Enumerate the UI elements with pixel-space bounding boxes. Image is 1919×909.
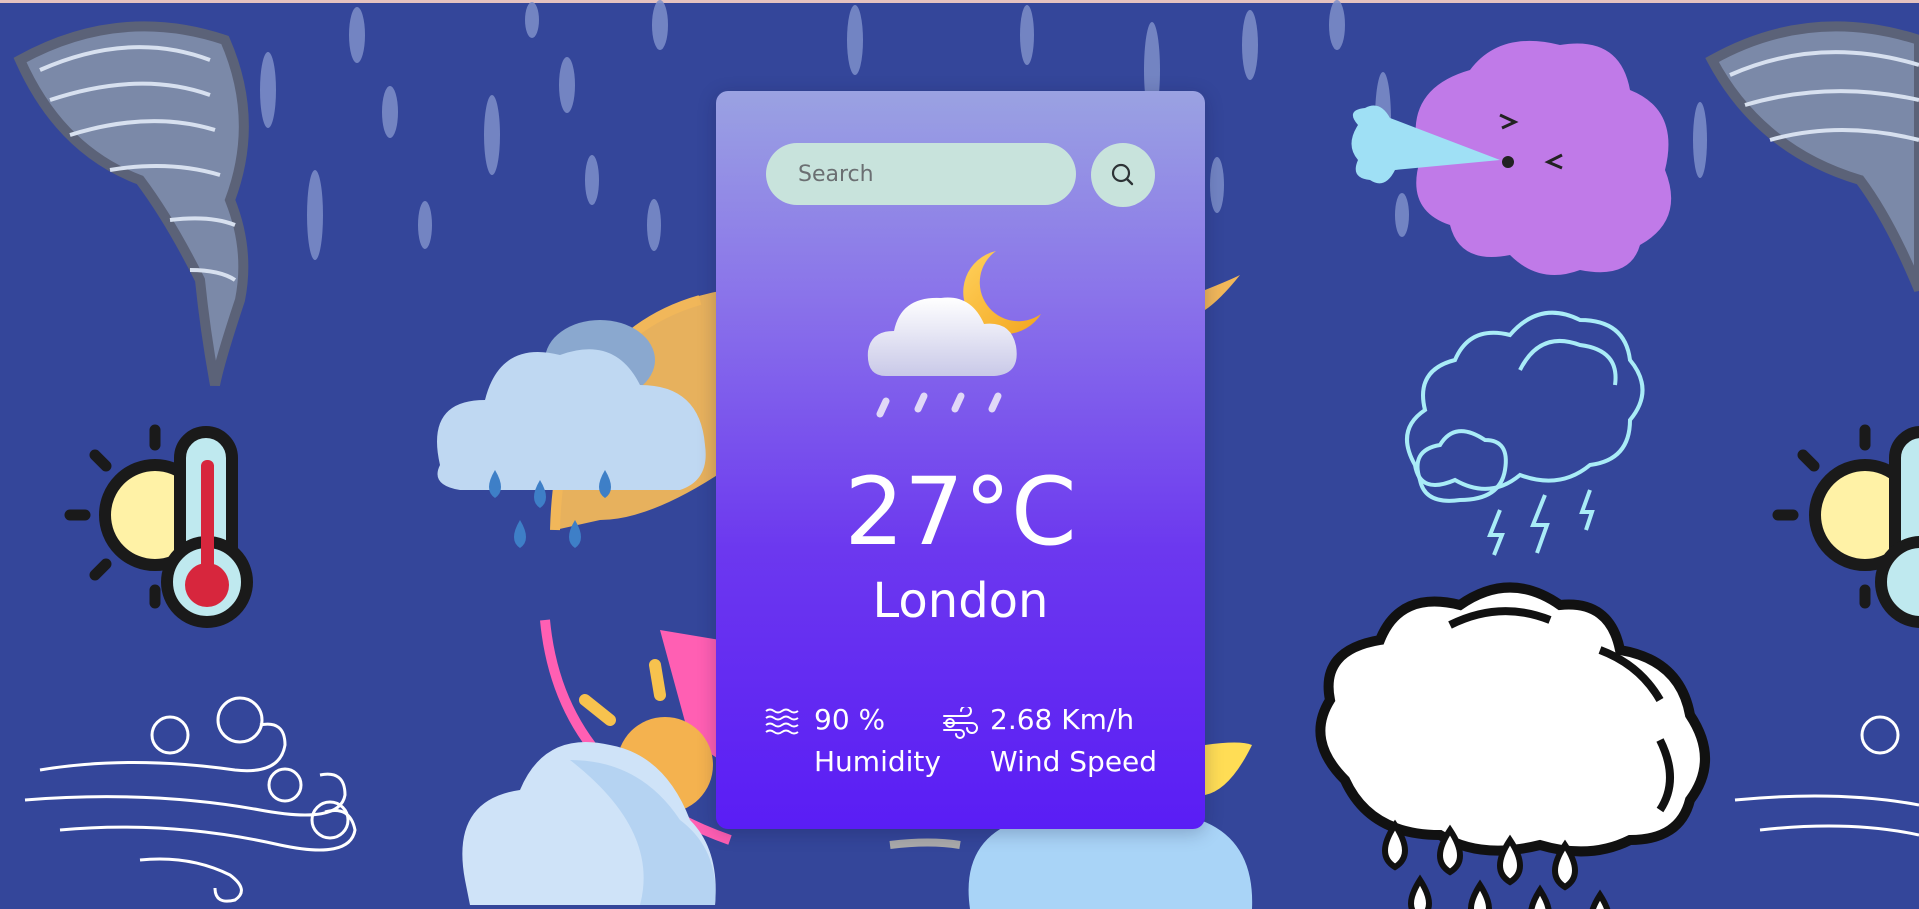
thunderstorm-cloud-icon bbox=[1405, 310, 1645, 556]
search-input[interactable] bbox=[766, 143, 1076, 205]
city-name: London bbox=[872, 573, 1049, 629]
wind-swirl-icon bbox=[1734, 715, 1919, 837]
blowing-cloud-icon bbox=[1351, 40, 1672, 275]
wind-speed-value: 2.68 Km/h bbox=[990, 703, 1135, 736]
humidity-stat: 90 % Humidity bbox=[765, 699, 941, 783]
sun-cloud-icon bbox=[462, 659, 716, 905]
wind-stat: 2.68 Km/h Wind Speed bbox=[943, 699, 1158, 783]
humidity-value: 90 % bbox=[814, 703, 886, 736]
wind-icon bbox=[943, 707, 978, 739]
search-button[interactable] bbox=[1091, 143, 1155, 207]
storm-cloud-icon bbox=[1315, 582, 1710, 909]
search-icon bbox=[1111, 163, 1134, 186]
cloud-moon-rain-icon bbox=[867, 251, 1041, 418]
tornado-icon bbox=[1705, 21, 1919, 292]
sun-thermometer-icon bbox=[64, 424, 253, 628]
tornado-icon bbox=[13, 21, 249, 387]
wind-speed-label: Wind Speed bbox=[990, 745, 1158, 778]
wind-swirl-icon bbox=[24, 696, 357, 903]
search-field-container bbox=[766, 143, 1076, 205]
humidity-icon bbox=[765, 708, 799, 735]
humidity-label: Humidity bbox=[814, 745, 941, 778]
temperature: 27°C bbox=[844, 458, 1077, 567]
sun-thermometer-icon bbox=[1772, 424, 1919, 628]
weather-card: 27°C London 90 % Humidity 2.68 Km/h Wind… bbox=[716, 91, 1205, 829]
